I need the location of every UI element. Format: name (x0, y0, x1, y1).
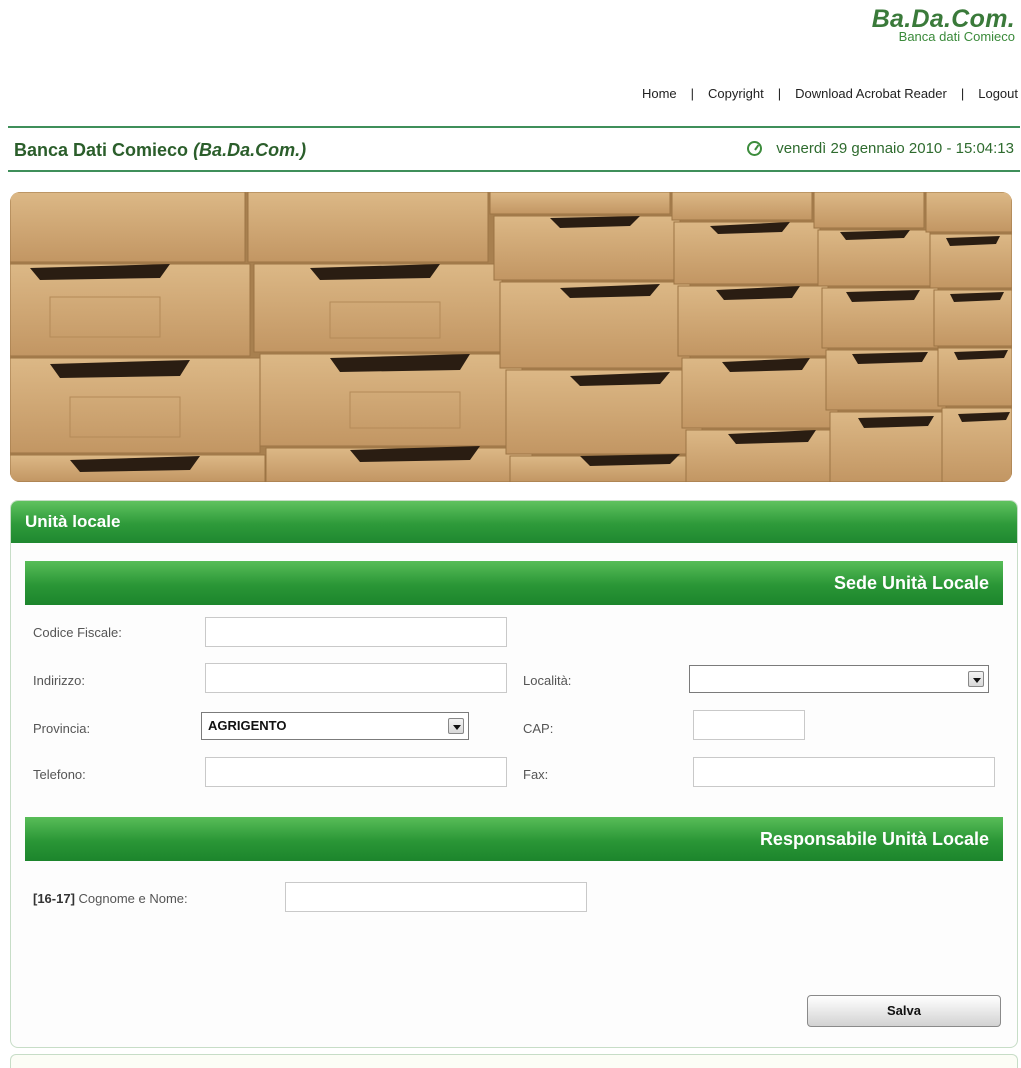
provincia-label: Provincia: (33, 721, 91, 736)
nav-home-link[interactable]: Home (642, 86, 677, 101)
cognome-nome-input[interactable] (285, 882, 587, 912)
chevron-down-icon[interactable] (968, 671, 984, 687)
save-button[interactable]: Salva (807, 995, 1001, 1027)
bottom-panel-edge (10, 1054, 1018, 1068)
datetime-text: venerdì 29 gennaio 2010 - 15:04:13 (776, 140, 1014, 157)
indirizzo-label: Indirizzo: (33, 673, 86, 688)
section-responsabile-header: Responsabile Unità Locale (25, 817, 1003, 861)
banner-image (10, 192, 1012, 482)
page-title-main: Banca Dati Comieco (14, 140, 194, 160)
nav-logout-link[interactable]: Logout (978, 86, 1018, 101)
nav-separator: | (690, 86, 695, 101)
nav-copyright-link[interactable]: Copyright (708, 86, 764, 101)
nav-separator: | (960, 86, 965, 101)
indirizzo-input[interactable] (205, 663, 507, 693)
datetime-display: venerdì 29 gennaio 2010 - 15:04:13 (747, 140, 1014, 157)
fax-label: Fax: (523, 767, 549, 782)
page-title-italic: (Ba.Da.Com.) (193, 140, 307, 160)
section-sede-header: Sede Unità Locale (25, 561, 1003, 605)
panel-title: Unità locale (11, 501, 1017, 543)
chevron-down-icon[interactable] (448, 718, 464, 734)
localita-select[interactable] (689, 665, 989, 693)
page-title: Banca Dati Comieco (Ba.Da.Com.) (14, 140, 306, 161)
archive-boxes-illustration (10, 192, 1012, 482)
field-code: [16-17] (33, 891, 75, 906)
localita-label: Località: (523, 673, 572, 688)
fax-input[interactable] (693, 757, 995, 787)
cognome-nome-label: [16-17] Cognome e Nome: (33, 891, 188, 906)
cap-label: CAP: (523, 721, 554, 736)
nav-separator: | (777, 86, 782, 101)
logo: Ba.Da.Com. Banca dati Comieco (872, 6, 1015, 43)
cognome-nome-label-text: Cognome e Nome: (74, 891, 188, 906)
provincia-selected-value: AGRIGENTO (208, 718, 287, 733)
clock-icon (747, 141, 763, 156)
nav-acrobat-link[interactable]: Download Acrobat Reader (795, 86, 947, 101)
cap-input[interactable] (693, 710, 805, 740)
top-nav: Home | Copyright | Download Acrobat Reader | L… (642, 86, 1018, 101)
codice-fiscale-label: Codice Fiscale: (33, 625, 122, 640)
title-bar: Banca Dati Comieco (Ba.Da.Com.) venerdì … (8, 126, 1020, 172)
telefono-label: Telefono: (33, 767, 86, 782)
codice-fiscale-input[interactable] (205, 617, 507, 647)
provincia-select[interactable]: AGRIGENTO (201, 712, 469, 740)
telefono-input[interactable] (205, 757, 507, 787)
unita-locale-panel: Unità locale Sede Unità Locale Codice Fi… (10, 500, 1018, 1048)
